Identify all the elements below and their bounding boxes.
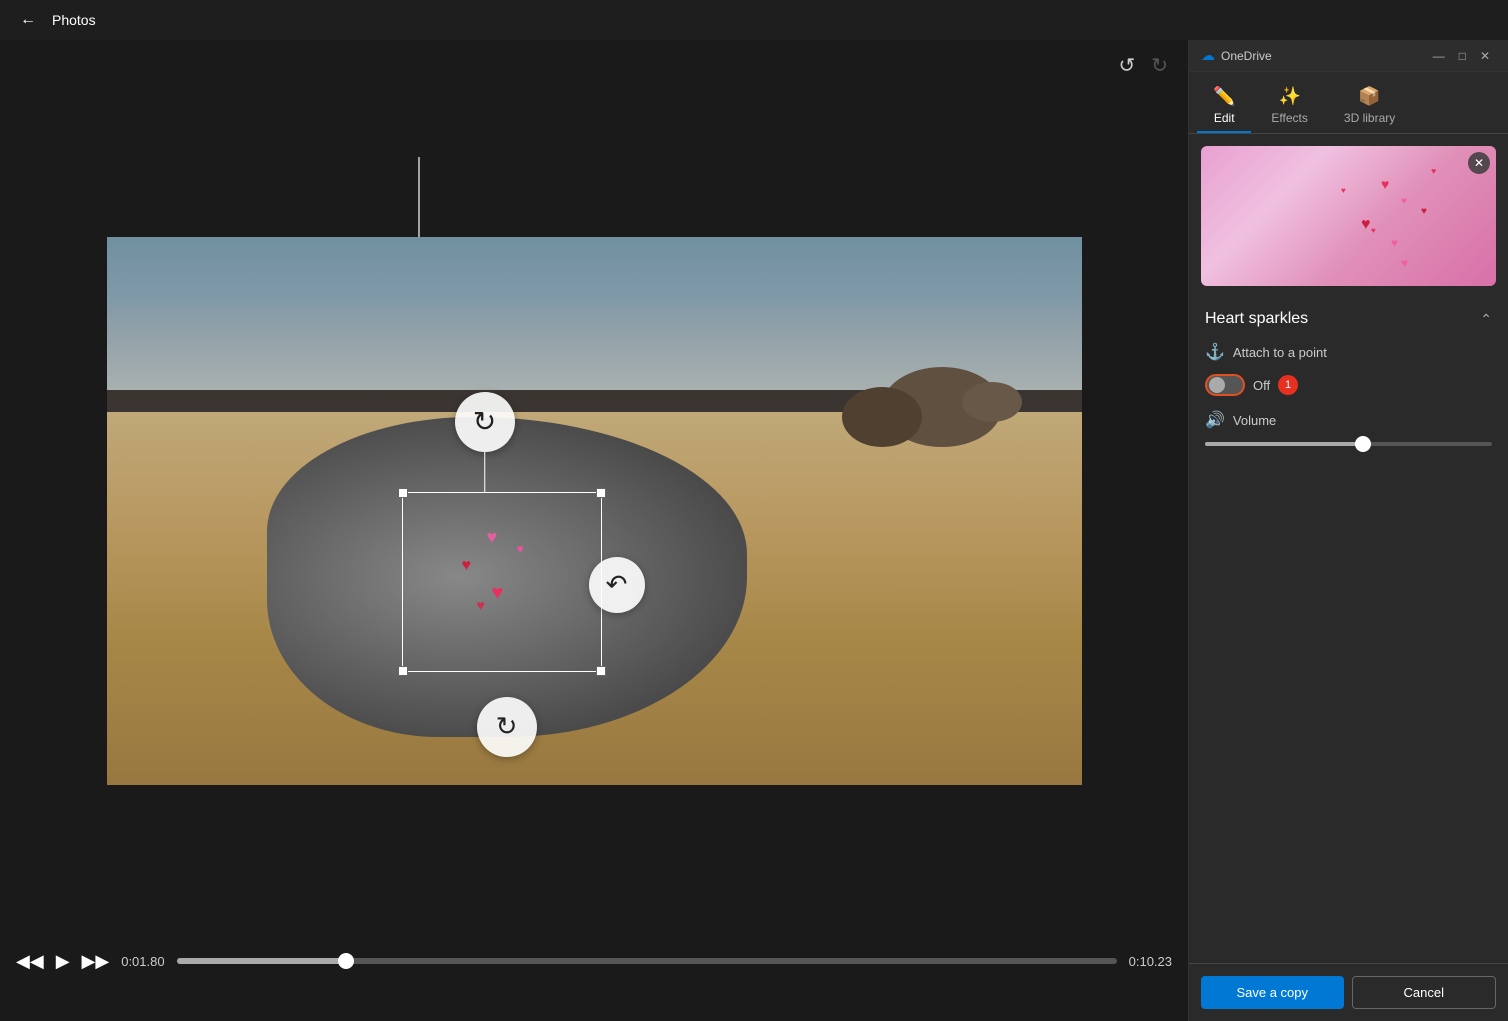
right-sidebar: ☁ OneDrive — □ ✕ ✏️ Edit ✨ Effects 📦 3D … <box>1188 40 1508 1021</box>
preview-heart-2: ♥ <box>1401 196 1407 207</box>
3d-library-icon: 📦 <box>1358 86 1380 107</box>
tab-bar: ✏️ Edit ✨ Effects 📦 3D library <box>1189 72 1508 134</box>
video-frame: ♥ ♥ ♥ ♥ ♥ ↻ ↶ <box>107 237 1082 785</box>
onedrive-title: ☁ OneDrive <box>1201 47 1272 64</box>
minimize-button[interactable]: — <box>1427 47 1451 65</box>
toggle-row: Off 1 <box>1205 368 1492 402</box>
preview-heart-6: ♥ <box>1421 206 1427 217</box>
tab-effects[interactable]: ✨ Effects <box>1255 80 1323 133</box>
attach-row[interactable]: ⚓ Attach to a point <box>1205 336 1492 368</box>
onedrive-icon: ☁ <box>1201 47 1215 64</box>
center-handle[interactable]: ↶ <box>589 557 645 613</box>
effect-preview: ♥ ♥ ♥ ♥ ♥ ♥ ♥ ♥ ♥ ✕ <box>1201 146 1496 286</box>
tab-3d-library-label: 3D library <box>1344 111 1395 125</box>
editor-toolbar: ↺ ↻ <box>0 40 1188 90</box>
timeline-area: ◀◀ ▶ ▶▶ 0:01.80 0:10.23 <box>0 931 1188 1021</box>
maximize-button[interactable]: □ <box>1453 47 1472 65</box>
edit-icon: ✏️ <box>1213 86 1235 107</box>
tab-3d-library[interactable]: 📦 3D library <box>1328 80 1411 133</box>
preview-heart-9: ♥ <box>1431 166 1436 176</box>
undo-button[interactable]: ↺ <box>1114 49 1139 82</box>
preview-heart-8: ♥ <box>1401 256 1408 270</box>
sidebar-bottom: Save a copy Cancel <box>1189 963 1508 1021</box>
effects-icon: ✨ <box>1278 86 1300 107</box>
volume-row: 🔊 Volume <box>1205 402 1492 438</box>
heart-2: ♥ <box>462 557 472 575</box>
app-titlebar: ← Photos <box>0 0 1508 40</box>
preview-heart-3: ♥ <box>1361 216 1371 234</box>
progress-bar[interactable] <box>177 958 1117 964</box>
volume-icon: 🔊 <box>1205 410 1225 430</box>
preview-heart-5: ♥ <box>1391 236 1398 250</box>
timeline-marker <box>418 157 420 237</box>
toggle-switch[interactable] <box>1205 374 1245 396</box>
rock-3 <box>962 382 1022 422</box>
anchor-icon: ⚓ <box>1205 342 1225 362</box>
play-pause-button[interactable]: ▶ <box>56 951 70 972</box>
onedrive-controls: — □ ✕ <box>1427 47 1496 65</box>
current-time-display: 0:01.80 <box>121 954 164 969</box>
tab-edit-label: Edit <box>1214 111 1235 125</box>
close-button[interactable]: ✕ <box>1474 47 1496 65</box>
heart-5: ♥ <box>517 542 524 556</box>
back-button[interactable]: ← <box>12 7 44 33</box>
rotation-handle-top[interactable]: ↻ <box>455 392 515 452</box>
cancel-button[interactable]: Cancel <box>1352 976 1497 1009</box>
rock-2 <box>842 387 922 447</box>
badge-number: 1 <box>1278 375 1298 395</box>
app-title: Photos <box>52 12 96 28</box>
effect-title-row: Heart sparkles ⌃ <box>1205 302 1492 336</box>
end-time-display: 0:10.23 <box>1129 954 1172 969</box>
toggle-knob <box>1209 377 1225 393</box>
skip-back-button[interactable]: ◀◀ <box>16 951 44 972</box>
volume-slider[interactable] <box>1205 442 1492 446</box>
main-area: ↺ ↻ ♥ ♥ ♥ ♥ ♥ <box>0 40 1508 1021</box>
tab-edit[interactable]: ✏️ Edit <box>1197 80 1251 133</box>
video-canvas: ♥ ♥ ♥ ♥ ♥ ↻ ↶ <box>0 90 1188 931</box>
heart-1: ♥ <box>487 527 498 548</box>
tab-effects-label: Effects <box>1271 111 1307 125</box>
editor-panel: ↺ ↻ ♥ ♥ ♥ ♥ ♥ <box>0 40 1188 1021</box>
onedrive-label: OneDrive <box>1221 49 1272 63</box>
effect-name: Heart sparkles <box>1205 310 1308 328</box>
preview-heart-1: ♥ <box>1381 176 1389 192</box>
progress-fill <box>177 958 346 964</box>
heart-4: ♥ <box>477 597 485 613</box>
volume-thumb[interactable] <box>1355 436 1371 452</box>
redo-button[interactable]: ↻ <box>1147 49 1172 82</box>
seal-body <box>267 417 747 737</box>
onedrive-header: ☁ OneDrive — □ ✕ <box>1189 40 1508 72</box>
rotation-handle-bottom[interactable]: ↻ <box>477 697 537 757</box>
toggle-label: Off <box>1253 378 1270 393</box>
collapse-button[interactable]: ⌃ <box>1480 311 1492 328</box>
skip-forward-button[interactable]: ▶▶ <box>82 951 110 972</box>
heart-3: ♥ <box>492 582 504 605</box>
effect-settings: Heart sparkles ⌃ ⚓ Attach to a point Off… <box>1189 298 1508 462</box>
preview-heart-7: ♥ <box>1371 226 1376 235</box>
attach-label: Attach to a point <box>1233 345 1327 360</box>
volume-label: Volume <box>1233 413 1276 428</box>
save-copy-button[interactable]: Save a copy <box>1201 976 1344 1009</box>
volume-slider-container <box>1205 438 1492 458</box>
preview-close-button[interactable]: ✕ <box>1468 152 1490 174</box>
playback-controls: ◀◀ ▶ ▶▶ 0:01.80 0:10.23 <box>0 939 1188 983</box>
preview-heart-4: ♥ <box>1341 186 1346 195</box>
progress-thumb[interactable] <box>338 953 354 969</box>
